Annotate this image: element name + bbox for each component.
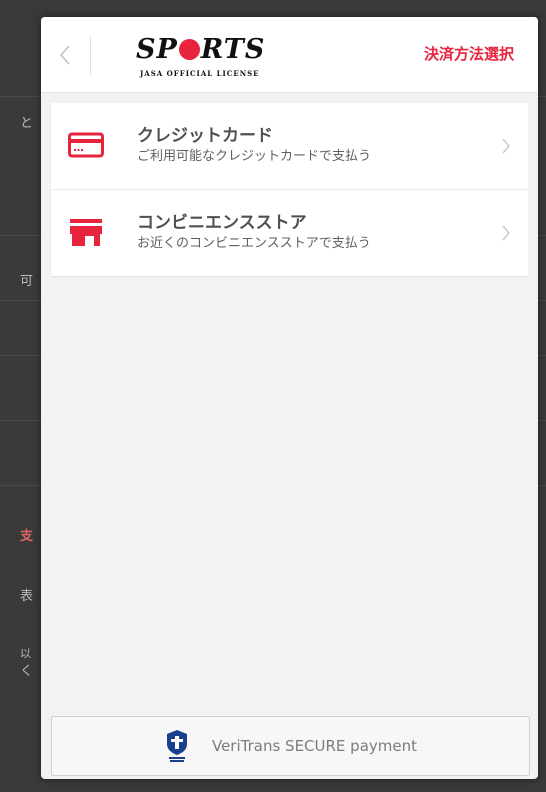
secure-payment-icon [166, 730, 187, 762]
background-text: 支 [20, 529, 34, 544]
sports-logo: SP RTS JASA OFFICIAL LICENSE [136, 34, 276, 82]
chevron-right-icon [502, 138, 510, 154]
secure-payment-text: VeriTrans SECURE payment [211, 737, 417, 755]
chevron-left-icon [59, 44, 70, 65]
method-title: コンビニエンスストア [137, 213, 307, 233]
background-text: く [20, 664, 34, 679]
chevron-right-icon [502, 225, 510, 241]
method-description: ご利用可能なクレジットカードで支払う [137, 149, 372, 164]
back-button[interactable] [41, 17, 89, 92]
background-text: 表 [20, 589, 34, 604]
logo-red-circle [178, 39, 200, 60]
logo-subtitle: JASA OFFICIAL LICENSE [140, 69, 260, 78]
method-credit-card[interactable]: クレジットカード ご利用可能なクレジットカードで支払う [51, 103, 528, 189]
header-divider [90, 35, 91, 75]
method-description: お近くのコンビニエンスストアで支払う [137, 236, 371, 251]
page-title: 決済方法選択 [423, 45, 514, 63]
logo-wordmark: SP RTS [136, 34, 266, 65]
payment-method-modal: SP RTS JASA OFFICIAL LICENSE 決済方法選択 クレジット… [41, 17, 538, 779]
payment-method-list: クレジットカード ご利用可能なクレジットカードで支払う コンビニエンスストア お… [51, 103, 528, 276]
background-text: と [20, 116, 34, 131]
background-text: 以 [20, 647, 31, 660]
modal-header: SP RTS JASA OFFICIAL LICENSE 決済方法選択 [41, 17, 538, 93]
background-text: 可 [20, 274, 34, 289]
store-icon [70, 219, 102, 246]
credit-card-icon [68, 132, 104, 158]
secure-payment-footer: VeriTrans SECURE payment [51, 716, 530, 776]
method-title: クレジットカード [137, 126, 273, 146]
method-convenience-store[interactable]: コンビニエンスストア お近くのコンビニエンスストアで支払う [51, 189, 528, 276]
